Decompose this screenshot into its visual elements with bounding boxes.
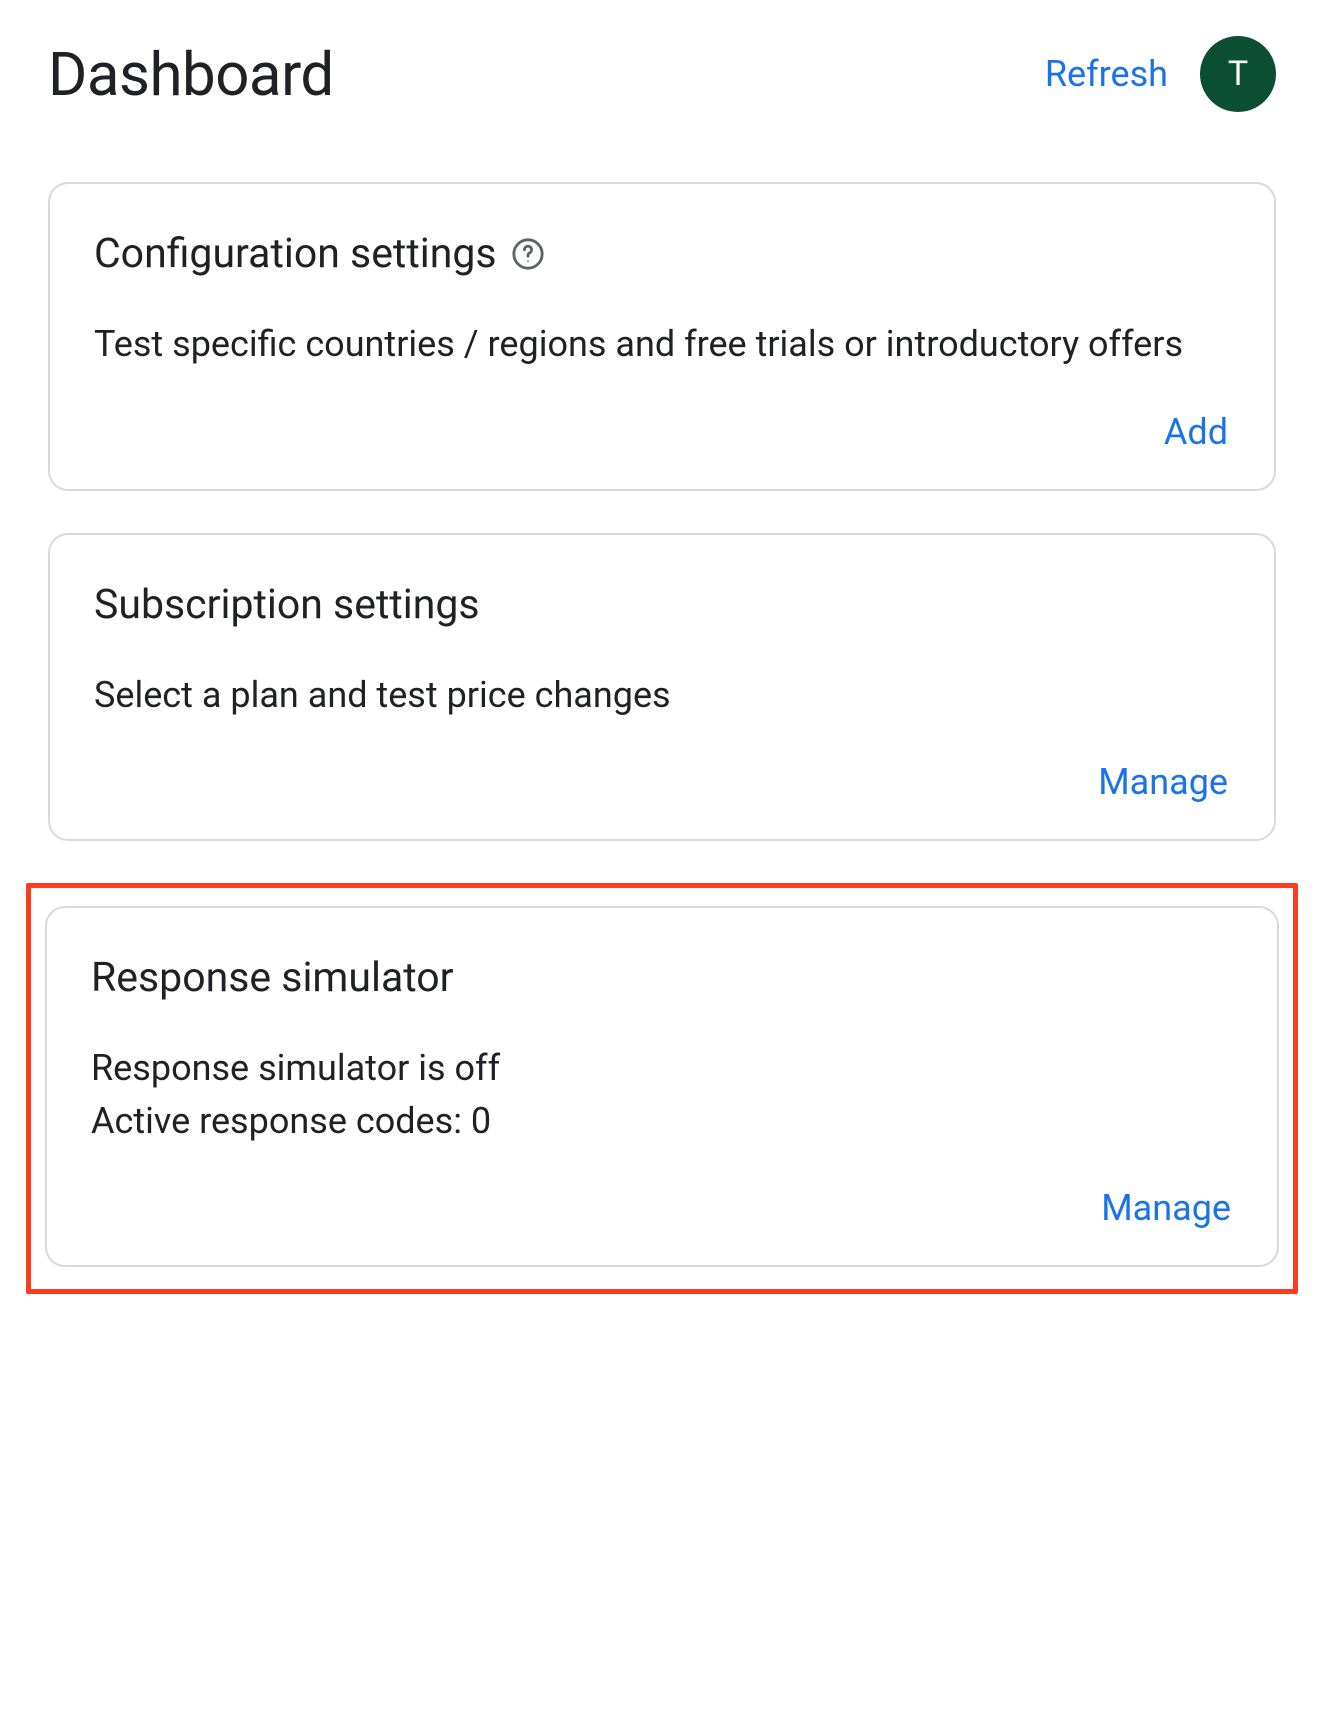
manage-button[interactable]: Manage bbox=[1096, 755, 1230, 809]
card-description: Test specific countries / regions and fr… bbox=[94, 320, 1230, 369]
header-actions: Refresh T bbox=[1045, 36, 1276, 112]
card-title: Configuration settings bbox=[94, 230, 497, 278]
add-button[interactable]: Add bbox=[1162, 405, 1230, 459]
avatar[interactable]: T bbox=[1200, 36, 1276, 112]
card-codes-line: Active response codes: 0 bbox=[91, 1097, 1233, 1146]
card-title-row: Configuration settings bbox=[94, 230, 1230, 278]
help-icon[interactable] bbox=[511, 237, 545, 271]
page-title: Dashboard bbox=[48, 39, 334, 110]
card-configuration-settings: Configuration settings Test specific cou… bbox=[48, 182, 1276, 491]
card-status-line: Response simulator is off bbox=[91, 1044, 1233, 1093]
card-title: Response simulator bbox=[91, 954, 454, 1002]
card-description: Select a plan and test price changes bbox=[94, 671, 1230, 720]
refresh-button[interactable]: Refresh bbox=[1045, 53, 1168, 95]
page-header: Dashboard Refresh T bbox=[48, 36, 1276, 112]
card-title-row: Response simulator bbox=[91, 954, 1233, 1002]
card-response-simulator: Response simulator Response simulator is… bbox=[45, 906, 1279, 1267]
card-title-row: Subscription settings bbox=[94, 581, 1230, 629]
highlight-annotation: Response simulator Response simulator is… bbox=[26, 883, 1298, 1294]
card-subscription-settings: Subscription settings Select a plan and … bbox=[48, 533, 1276, 842]
manage-button[interactable]: Manage bbox=[1099, 1181, 1233, 1235]
card-title: Subscription settings bbox=[94, 581, 480, 629]
